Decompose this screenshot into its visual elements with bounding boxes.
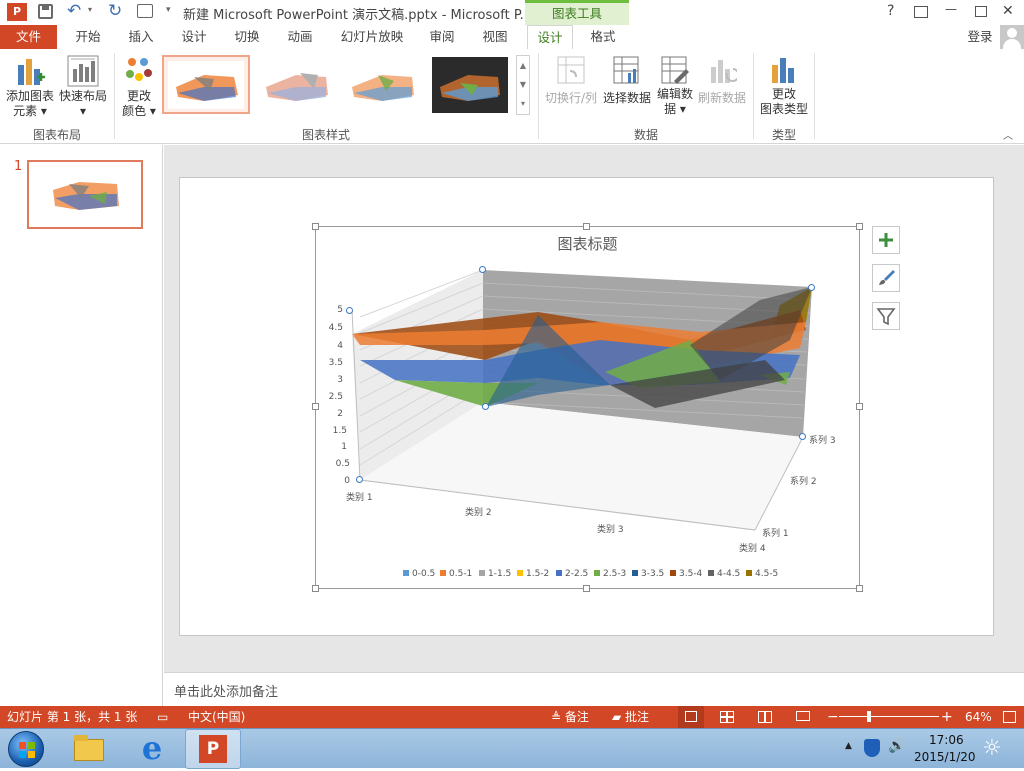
corner-handle[interactable] — [479, 266, 486, 273]
clock-time[interactable]: 17:06 — [929, 733, 964, 747]
comments-toggle[interactable]: ▰ 批注 — [612, 706, 649, 728]
normal-view-icon[interactable] — [678, 706, 704, 728]
category-tick: 类别 2 — [465, 508, 492, 518]
legend-entry[interactable]: 2.5-3 — [594, 569, 626, 579]
corner-handle[interactable] — [808, 284, 815, 291]
filter-icon — [876, 308, 896, 326]
corner-handle[interactable] — [799, 433, 806, 440]
corner-handle[interactable] — [346, 307, 353, 314]
show-desktop-icon[interactable]: ☼ — [982, 736, 1002, 761]
zoom-in-icon[interactable]: + — [941, 706, 953, 728]
z-tick: 4.5 — [328, 323, 343, 333]
slideshow-view-icon[interactable] — [796, 711, 810, 721]
notes-icon: ≜ — [551, 710, 565, 724]
legend-entry[interactable]: 0-0.5 — [403, 569, 435, 579]
language-indicator[interactable]: 中文(中国) — [188, 706, 245, 728]
clock-date[interactable]: 2015/1/20 — [914, 750, 976, 764]
corner-handle[interactable] — [482, 403, 489, 410]
file-explorer-taskbar-icon[interactable] — [70, 733, 110, 765]
z-tick: 1.5 — [332, 426, 347, 436]
series-tick: 系列 1 — [762, 529, 789, 539]
category-tick: 类别 1 — [346, 493, 373, 503]
legend-entry[interactable]: 4.5-5 — [746, 569, 778, 579]
series-tick: 系列 2 — [790, 477, 817, 487]
z-tick: 0 — [344, 476, 350, 486]
show-hidden-icons[interactable]: ▲ — [845, 741, 852, 751]
chart-elements-button[interactable] — [872, 226, 900, 254]
legend-swatch — [556, 570, 562, 576]
legend-swatch — [746, 570, 752, 576]
z-tick: 5 — [337, 305, 343, 315]
slide-counter[interactable]: 幻灯片 第 1 张，共 1 张 — [7, 706, 137, 728]
legend-swatch — [670, 570, 676, 576]
category-tick: 类别 3 — [597, 525, 624, 535]
security-shield-icon[interactable] — [864, 739, 880, 757]
fit-to-window-icon[interactable] — [1003, 711, 1016, 723]
reading-view-icon[interactable] — [758, 711, 772, 723]
spellcheck-icon[interactable]: ▭ — [157, 706, 168, 728]
legend-swatch — [440, 570, 446, 576]
windows-logo-icon — [19, 742, 35, 758]
legend-swatch — [479, 570, 485, 576]
category-tick: 类别 4 — [739, 544, 766, 554]
volume-icon[interactable]: 🔊 — [888, 738, 905, 754]
notes-placeholder: 单击此处添加备注 — [174, 685, 279, 700]
legend-entry[interactable]: 0.5-1 — [440, 569, 472, 579]
z-tick: 1 — [341, 442, 347, 452]
brush-icon — [879, 270, 895, 285]
notes-pane[interactable]: 单击此处添加备注 — [164, 672, 1024, 706]
legend-entry[interactable]: 2-2.5 — [556, 569, 588, 579]
z-tick: 0.5 — [335, 459, 350, 469]
start-button[interactable] — [8, 731, 44, 767]
status-bar: 幻灯片 第 1 张，共 1 张 ▭ 中文(中国) ≜ 备注 ▰ 批注 − + 6… — [0, 706, 1024, 728]
z-tick: 2 — [337, 409, 343, 419]
corner-handle[interactable] — [356, 476, 363, 483]
z-tick: 3.5 — [328, 358, 343, 368]
chart-plot-area[interactable] — [0, 0, 1024, 768]
slide-sorter-icon[interactable] — [720, 711, 734, 723]
legend-swatch — [708, 570, 714, 576]
windows-taskbar: e P ▲ 🔊 17:06 2015/1/20 ☼ — [0, 728, 1024, 769]
zoom-slider-thumb[interactable] — [867, 711, 871, 722]
legend-swatch — [594, 570, 600, 576]
legend-entry[interactable]: 3.5-4 — [670, 569, 702, 579]
chart-filters-button[interactable] — [872, 302, 900, 330]
zoom-slider[interactable] — [839, 711, 939, 722]
legend-entry[interactable]: 4-4.5 — [708, 569, 740, 579]
legend-entry[interactable]: 3-3.5 — [632, 569, 664, 579]
legend-entry[interactable]: 1-1.5 — [479, 569, 511, 579]
comment-icon: ▰ — [612, 710, 626, 724]
zoom-level[interactable]: 64% — [965, 706, 992, 728]
legend-swatch — [632, 570, 638, 576]
internet-explorer-taskbar-icon[interactable]: e — [132, 731, 172, 767]
legend-entry[interactable]: 1.5-2 — [517, 569, 549, 579]
legend-swatch — [403, 570, 409, 576]
z-tick: 3 — [337, 375, 343, 385]
zoom-out-icon[interactable]: − — [827, 706, 839, 728]
legend-swatch — [517, 570, 523, 576]
powerpoint-taskbar-icon[interactable]: P — [185, 729, 241, 769]
chart-styles-button[interactable] — [872, 264, 900, 292]
z-tick: 2.5 — [328, 392, 343, 402]
z-tick: 4 — [337, 341, 343, 351]
series-tick: 系列 3 — [809, 436, 836, 446]
notes-toggle[interactable]: ≜ 备注 — [551, 706, 589, 728]
plus-icon — [879, 233, 893, 247]
